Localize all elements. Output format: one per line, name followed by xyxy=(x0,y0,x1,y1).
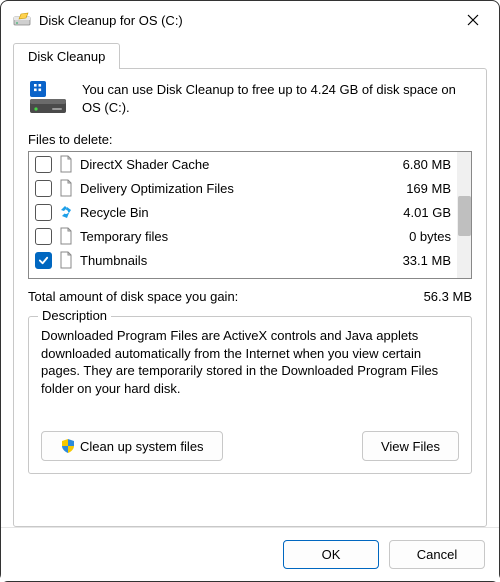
file-size: 33.1 MB xyxy=(383,253,451,268)
total-value: 56.3 MB xyxy=(402,289,472,304)
checkbox[interactable] xyxy=(35,156,52,173)
checkbox[interactable] xyxy=(35,252,52,269)
tab-strip: Disk Cleanup xyxy=(13,43,487,68)
table-row[interactable]: Recycle Bin 4.01 GB xyxy=(29,200,457,224)
file-name: Recycle Bin xyxy=(80,205,377,220)
files-label: Files to delete: xyxy=(28,132,472,147)
table-row[interactable]: DirectX Shader Cache 6.80 MB xyxy=(29,152,457,176)
client-area: Disk Cleanup You can use Disk Cleanup to… xyxy=(1,39,499,527)
ok-label: OK xyxy=(322,547,341,562)
cleanup-system-files-button[interactable]: Clean up system files xyxy=(41,431,223,461)
table-row[interactable]: Delivery Optimization Files 169 MB xyxy=(29,176,457,200)
title-bar: Disk Cleanup for OS (C:) xyxy=(1,1,499,39)
dialog-footer: OK Cancel xyxy=(1,527,499,581)
checkbox[interactable] xyxy=(35,180,52,197)
file-name: Thumbnails xyxy=(80,253,377,268)
file-icon xyxy=(58,179,74,197)
file-name: DirectX Shader Cache xyxy=(80,157,377,172)
view-files-button[interactable]: View Files xyxy=(362,431,459,461)
table-row[interactable]: Thumbnails 33.1 MB xyxy=(29,248,457,272)
file-name: Delivery Optimization Files xyxy=(80,181,377,196)
file-icon xyxy=(58,227,74,245)
intro-text: You can use Disk Cleanup to free up to 4… xyxy=(82,81,472,116)
file-icon xyxy=(58,155,74,173)
app-icon xyxy=(13,11,31,29)
cleanup-system-files-label: Clean up system files xyxy=(80,439,204,454)
description-title: Description xyxy=(38,308,111,323)
shield-icon xyxy=(60,438,76,454)
file-list: DirectX Shader Cache 6.80 MB Delivery Opti… xyxy=(28,151,472,279)
window-title: Disk Cleanup for OS (C:) xyxy=(39,13,451,28)
table-row[interactable]: Temporary files 0 bytes xyxy=(29,224,457,248)
drive-icon xyxy=(28,81,68,118)
ok-button[interactable]: OK xyxy=(283,540,379,569)
panel: You can use Disk Cleanup to free up to 4… xyxy=(13,68,487,527)
close-button[interactable] xyxy=(451,5,495,35)
file-name: Temporary files xyxy=(80,229,377,244)
total-line: Total amount of disk space you gain: 56.… xyxy=(28,289,472,304)
file-size: 0 bytes xyxy=(383,229,451,244)
cancel-button[interactable]: Cancel xyxy=(389,540,485,569)
description-group: Description Downloaded Program Files are… xyxy=(28,316,472,474)
scrollbar[interactable] xyxy=(457,152,471,278)
recycle-bin-icon xyxy=(58,203,74,221)
close-icon xyxy=(467,14,479,26)
file-size: 169 MB xyxy=(383,181,451,196)
file-size: 4.01 GB xyxy=(383,205,451,220)
cancel-label: Cancel xyxy=(417,547,457,562)
checkbox[interactable] xyxy=(35,204,52,221)
tab-disk-cleanup[interactable]: Disk Cleanup xyxy=(13,43,120,69)
file-icon xyxy=(58,251,74,269)
checkbox[interactable] xyxy=(35,228,52,245)
total-label: Total amount of disk space you gain: xyxy=(28,289,402,304)
scrollbar-thumb[interactable] xyxy=(458,196,471,236)
file-size: 6.80 MB xyxy=(383,157,451,172)
intro-row: You can use Disk Cleanup to free up to 4… xyxy=(28,81,472,118)
description-text: Downloaded Program Files are ActiveX con… xyxy=(41,327,459,421)
view-files-label: View Files xyxy=(381,439,440,454)
